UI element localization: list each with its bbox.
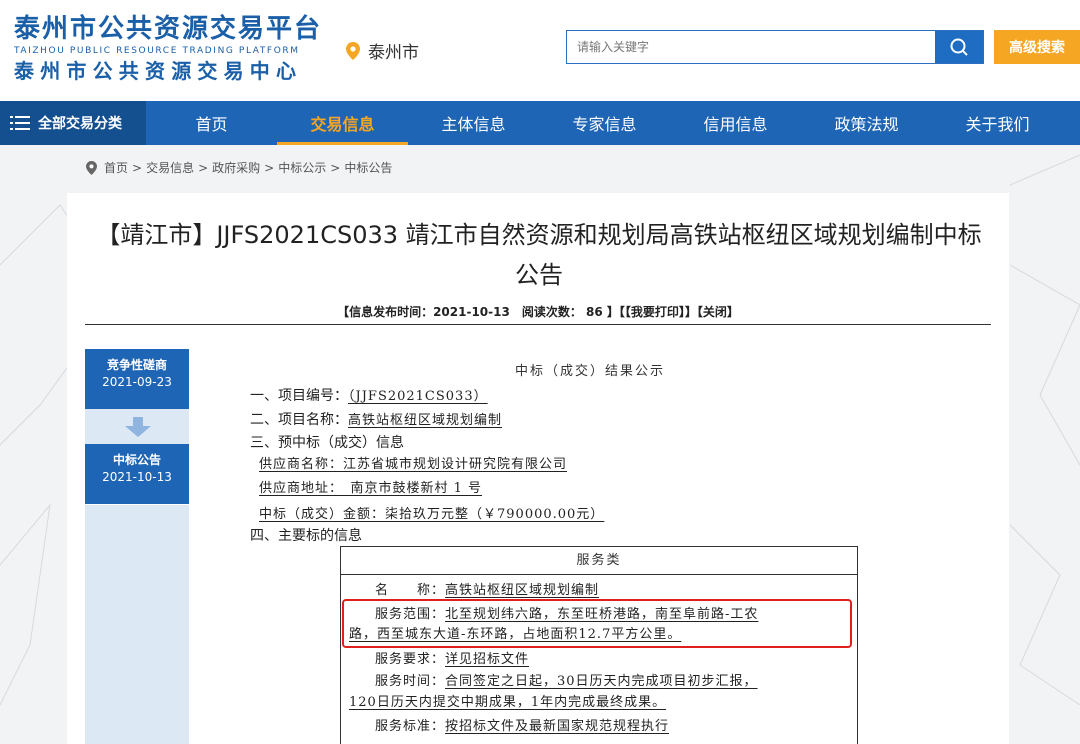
title-divider: [85, 324, 991, 325]
service-time-value: 合同签定之日起，30日历天内完成项目初步汇报，: [445, 674, 758, 689]
search-icon: [950, 38, 968, 56]
supplier-address: 供应商地址： 南京市鼓楼新村 1 号: [259, 481, 483, 496]
breadcrumb-separator: >: [132, 160, 143, 175]
search-input[interactable]: [567, 31, 935, 63]
nav-item-entity-info[interactable]: 主体信息: [408, 101, 539, 145]
section-main-subject: 四、主要标的信息: [250, 528, 362, 544]
breadcrumb-procurement[interactable]: 政府采购: [212, 159, 260, 176]
article-meta: 【信息发布时间：2021-10-13 阅读次数： 86 】【【我要打印】】【关闭…: [337, 305, 739, 319]
highlight-box: [342, 599, 852, 648]
project-number-label: 一、项目编号：: [250, 388, 348, 404]
service-requirement-label: 服务要求：: [375, 652, 446, 667]
service-table-head: 服务类: [341, 547, 857, 575]
site-header: 泰州市公共资源交易平台 TAIZHOU PUBLIC RESOURCE TRAD…: [0, 0, 1080, 101]
site-logo[interactable]: 泰州市公共资源交易平台 TAIZHOU PUBLIC RESOURCE TRAD…: [14, 14, 323, 84]
service-standard-row: 服务标准：按招标文件及最新国家规范规程执行: [375, 717, 669, 737]
nav-item-about[interactable]: 关于我们: [932, 101, 1063, 145]
service-requirement-value: 详见招标文件: [445, 652, 530, 667]
breadcrumb-separator: >: [198, 160, 209, 175]
advanced-search-button[interactable]: 高级搜索: [994, 30, 1080, 64]
breadcrumb-award-notice[interactable]: 中标公示: [278, 159, 326, 176]
timeline-step-name: 中标公告: [112, 453, 161, 467]
main-nav: 全部交易分类 首页 交易信息 主体信息 专家信息 信用信息 政策法规 关于我们: [0, 101, 1080, 145]
article-title: 【靖江市】JJFS2021CS033 靖江市自然资源和规划局高铁站枢纽区域规划编…: [96, 221, 982, 289]
project-name-row: 二、项目名称：高铁站枢纽区域规划编制: [250, 410, 502, 431]
logo-title: 泰州市公共资源交易平台: [14, 14, 323, 44]
service-time-label: 服务时间：: [375, 674, 446, 689]
breadcrumb: 首页 > 交易信息 > 政府采购 > 中标公示 > 中标公告: [86, 159, 392, 176]
search-button[interactable]: [935, 31, 983, 63]
service-time-row: 服务时间：合同签定之日起，30日历天内完成项目初步汇报，: [375, 672, 758, 692]
project-name-value: 高铁站枢纽区域规划编制: [348, 413, 503, 428]
article-card: 【靖江市】JJFS2021CS033 靖江市自然资源和规划局高铁站枢纽区域规划编…: [67, 193, 1009, 744]
nav-item-policy[interactable]: 政策法规: [801, 101, 932, 145]
timeline-step-negotiation[interactable]: 竞争性磋商 2021-09-23: [85, 349, 189, 409]
doc-heading: 中标（成交）结果公示: [515, 364, 666, 379]
timeline-step-award[interactable]: 中标公告 2021-10-13: [85, 444, 189, 504]
breadcrumb-separator: >: [264, 160, 275, 175]
breadcrumb-current: 中标公告: [344, 161, 393, 175]
service-name-row: 名 称：高铁站枢纽区域规划编制: [375, 581, 599, 601]
logo-english: TAIZHOU PUBLIC RESOURCE TRADING PLATFORM: [14, 46, 300, 56]
timeline-step-date: 2021-10-13: [102, 470, 172, 484]
timeline-stem: [85, 505, 189, 744]
timeline-step-name: 竞争性磋商: [106, 358, 167, 372]
breadcrumb-home[interactable]: 首页: [104, 159, 128, 176]
supplier-name: 供应商名称：江苏省城市规划设计研究院有限公司: [259, 457, 568, 472]
city-selector[interactable]: 泰州市: [346, 38, 419, 63]
service-time-row-cont: 120日历天内提交中期成果，1年内完成最终成果。: [349, 693, 666, 713]
all-categories-menu[interactable]: 全部交易分类: [0, 101, 146, 145]
logo-subtitle: 泰州市公共资源交易中心: [14, 59, 303, 83]
project-number-row: 一、项目编号：（JJFS2021CS033）: [250, 386, 488, 407]
nav-item-credit-info[interactable]: 信用信息: [670, 101, 801, 145]
nav-item-expert-info[interactable]: 专家信息: [539, 101, 670, 145]
nav-items: 首页 交易信息 主体信息 专家信息 信用信息 政策法规 关于我们: [146, 101, 1063, 145]
menu-list-icon: [10, 116, 30, 130]
bid-amount: 中标（成交）金额：柒拾玖万元整（￥790000.00元）: [259, 507, 605, 522]
location-pin-icon: [346, 41, 360, 60]
service-name-value: 高铁站枢纽区域规划编制: [445, 583, 600, 598]
nav-item-trading-info[interactable]: 交易信息: [277, 101, 408, 145]
timeline-step-date: 2021-09-23: [102, 375, 172, 389]
location-pin-icon: [86, 160, 97, 175]
arrow-down-icon: [125, 417, 151, 437]
service-time-value-cont: 120日历天内提交中期成果，1年内完成最终成果。: [349, 695, 667, 710]
all-categories-label: 全部交易分类: [38, 116, 122, 132]
nav-item-home[interactable]: 首页: [146, 101, 277, 145]
project-name-label: 二、项目名称：: [250, 412, 348, 428]
service-standard-value: 按招标文件及最新国家规范规程执行: [445, 719, 670, 734]
breadcrumb-separator: >: [330, 160, 341, 175]
project-number-value: （JJFS2021CS033）: [348, 389, 488, 404]
service-name-label: 名 称：: [375, 583, 446, 598]
service-requirement-row: 服务要求：详见招标文件: [375, 650, 529, 670]
section-award-info: 三、预中标（成交）信息: [250, 435, 404, 451]
breadcrumb-trading-info[interactable]: 交易信息: [146, 159, 194, 176]
city-name: 泰州市: [368, 43, 419, 63]
search-bar: [566, 30, 984, 64]
service-standard-label: 服务标准：: [375, 719, 446, 734]
